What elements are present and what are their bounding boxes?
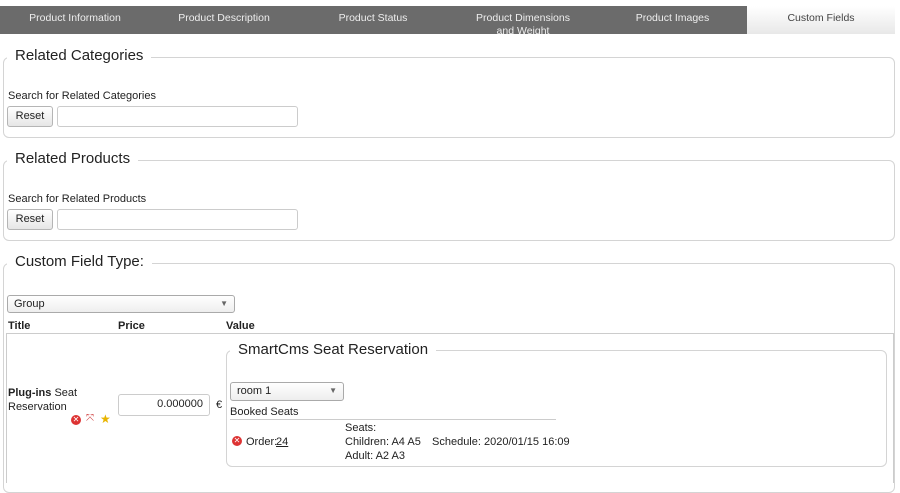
reset-products-button[interactable]: Reset: [7, 209, 53, 230]
chevron-down-icon: ▼: [220, 299, 228, 308]
tab-product-information[interactable]: Product Information: [0, 6, 150, 34]
booked-seats-label: Booked Seats: [230, 406, 299, 418]
price-input[interactable]: 0.000000: [118, 394, 210, 416]
header-value: Value: [226, 320, 255, 332]
custom-field-legend: Custom Field Type:: [7, 253, 152, 270]
header-price: Price: [118, 320, 145, 332]
seat-reservation-legend: SmartCms Seat Reservation: [230, 341, 437, 358]
custom-field-type-select[interactable]: Group ▼: [7, 295, 235, 313]
related-products-legend: Related Products: [7, 150, 139, 167]
related-categories-search-input[interactable]: [57, 106, 298, 127]
order-label: Order:: [246, 436, 278, 448]
related-categories-label: Search for Related Categories: [8, 90, 156, 102]
field-title: Plug-ins Seat Reservation: [8, 386, 108, 414]
seat-reservation-fieldset: [226, 350, 887, 467]
move-icon[interactable]: ⤧: [86, 413, 94, 424]
tab-custom-fields[interactable]: Custom Fields: [747, 6, 895, 34]
remove-icon[interactable]: ✕: [71, 415, 81, 425]
room-select-value: room 1: [237, 385, 272, 397]
reset-categories-button[interactable]: Reset: [7, 106, 53, 127]
related-products-label: Search for Related Products: [8, 193, 147, 205]
order-link[interactable]: 24: [276, 436, 288, 448]
tab-product-images[interactable]: Product Images: [598, 6, 747, 34]
tab-product-dimensions[interactable]: Product Dimensions and Weight: [448, 6, 598, 34]
currency-symbol: €: [216, 399, 223, 411]
room-select[interactable]: room 1 ▼: [230, 382, 344, 401]
star-icon[interactable]: ★: [100, 412, 111, 426]
tab-product-status[interactable]: Product Status: [298, 6, 448, 34]
tab-bar: Product Information Product Description …: [0, 6, 895, 34]
chevron-down-icon: ▼: [329, 386, 337, 395]
custom-field-type-value: Group: [14, 298, 45, 310]
related-categories-legend: Related Categories: [7, 47, 152, 64]
seats-label: Seats:: [345, 422, 377, 434]
divider: [230, 419, 556, 420]
children-seats: Children: A4 A5: [345, 436, 421, 448]
header-title: Title: [8, 320, 31, 332]
field-title-bold: Plug-ins: [8, 387, 52, 399]
adult-seats: Adult: A2 A3: [345, 450, 405, 462]
delete-booking-icon[interactable]: ✕: [232, 436, 242, 446]
related-products-search-input[interactable]: [57, 209, 298, 230]
tab-product-description[interactable]: Product Description: [150, 6, 298, 34]
schedule: Schedule: 2020/01/15 16:09: [432, 436, 570, 448]
